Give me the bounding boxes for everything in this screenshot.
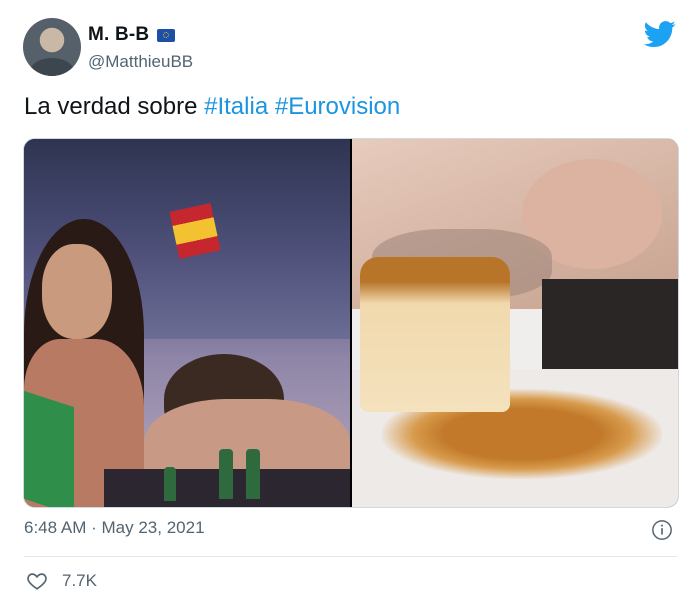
divider [24,556,677,557]
tweet-media [23,138,679,508]
timestamp-separator: · [91,518,97,537]
bottle-1-shape [219,449,233,499]
italian-flag-shape [24,390,74,507]
hashtag-italia[interactable]: #Italia [204,93,268,120]
tweet-text-body: La verdad sobre [24,93,205,120]
avatar-figure [29,58,75,76]
like-count: 7.7K [62,571,97,590]
eu-flag-icon [157,28,176,42]
author-handle[interactable]: @MatthieuBB [88,52,193,72]
heart-icon [27,573,47,590]
flan-licking-photo[interactable] [352,139,678,507]
author-name-row: M. B-B [88,24,176,46]
bottle-3-shape [164,467,176,501]
tweet-timestamp[interactable]: 6:48 AM · May 23, 2021 [24,518,205,538]
hashtag-eurovision[interactable]: #Eurovision [275,93,400,120]
avatar[interactable] [23,18,81,76]
tweet-time: 6:48 AM [24,518,87,537]
flan-shape [360,257,510,412]
tweet-date: May 23, 2021 [101,518,205,537]
like-button[interactable]: 7.7K [26,570,97,592]
hashtag-spacer [268,93,275,120]
info-icon[interactable] [651,519,673,541]
bottle-2-shape [246,449,260,499]
twitter-bird-icon[interactable] [642,18,678,50]
woman-face-shape [42,244,112,339]
eurovision-stage-photo[interactable] [24,139,350,507]
tweet-text: La verdad sobre #Italia #Eurovision [24,92,400,122]
author-display-name[interactable]: M. B-B [88,24,149,46]
